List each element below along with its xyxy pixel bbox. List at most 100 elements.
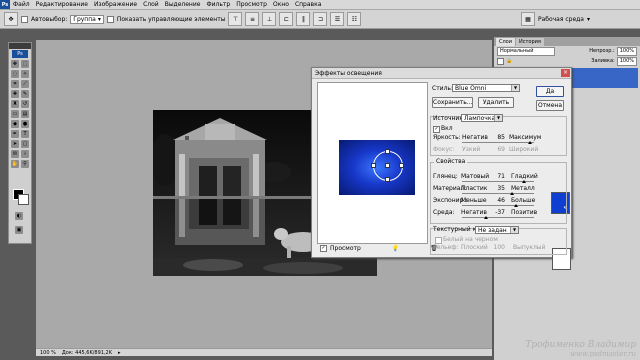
distribute-button-2[interactable]: ☷ — [347, 12, 362, 26]
tab-layers[interactable]: Слои — [496, 38, 515, 46]
light-handle-bottom[interactable] — [385, 177, 390, 182]
preview-checkbox[interactable] — [320, 245, 327, 252]
workspace-icon-button[interactable]: ▦ — [520, 12, 535, 26]
magic-wand-icon[interactable]: ✧ — [21, 70, 29, 78]
blur-tool-icon[interactable]: ◆ — [11, 120, 19, 128]
toolbox-header[interactable] — [9, 43, 31, 49]
slider-handle[interactable] — [510, 192, 514, 195]
brush-tool-icon[interactable]: ✎ — [21, 90, 29, 98]
lasso-tool-icon[interactable]: ◌ — [11, 70, 19, 78]
hand-tool-icon[interactable]: ✋ — [11, 160, 19, 168]
tab-history[interactable]: История — [516, 38, 544, 46]
white-high-checkbox[interactable] — [435, 237, 442, 244]
intensity-slider[interactable] — [462, 141, 534, 144]
light-type-dropdown[interactable]: Лампочка ▼ — [461, 114, 503, 122]
ambience-slider[interactable] — [462, 216, 534, 219]
preview-pane[interactable] — [317, 82, 428, 244]
opacity-field[interactable]: 100% — [616, 46, 637, 56]
close-icon[interactable]: × — [561, 69, 570, 77]
align-left-button[interactable]: ⊏ — [279, 12, 294, 26]
exposure-value[interactable]: 46 — [493, 197, 505, 204]
material-value[interactable]: 35 — [493, 185, 505, 192]
style-dropdown[interactable]: Blue Omni ▼ — [452, 84, 520, 92]
exposure-slider[interactable] — [462, 204, 534, 207]
chevron-down-icon: ▾ — [586, 15, 590, 23]
notes-tool-icon[interactable]: ✉ — [11, 150, 19, 158]
crop-tool-icon[interactable]: ⌗ — [11, 80, 19, 88]
chevron-right-icon[interactable]: ▸ — [118, 350, 121, 356]
type-tool-icon[interactable]: T — [21, 130, 29, 138]
healing-brush-icon[interactable]: ✚ — [11, 90, 19, 98]
cancel-button[interactable]: Отмена — [536, 100, 564, 111]
align-right-button[interactable]: ⊐ — [313, 12, 328, 26]
align-top-button[interactable]: ⊤ — [228, 12, 243, 26]
menu-edit[interactable]: Редактирование — [33, 1, 91, 8]
align-bottom-button[interactable]: ⊥ — [262, 12, 277, 26]
light-handle-right[interactable] — [399, 163, 404, 168]
menu-image[interactable]: Изображение — [91, 1, 140, 8]
fill-field[interactable]: 100% — [616, 56, 637, 66]
gradient-tool-icon[interactable]: ▤ — [21, 110, 29, 118]
slider-handle[interactable] — [514, 204, 518, 207]
preview-image[interactable] — [339, 140, 415, 195]
light-handle-left[interactable] — [371, 163, 376, 168]
menu-help[interactable]: Справка — [292, 1, 324, 8]
align-middle-button[interactable]: ≡ — [245, 12, 260, 26]
slider-handle[interactable] — [522, 180, 526, 183]
pen-tool-icon[interactable]: ✒ — [11, 130, 19, 138]
move-tool-preset[interactable]: ✥ — [4, 12, 18, 26]
style-label: Стиль: — [432, 85, 453, 92]
workspace-icon: ▦ — [525, 15, 531, 23]
menu-select[interactable]: Выделение — [162, 1, 204, 8]
menu-view[interactable]: Просмотр — [233, 1, 270, 8]
marquee-tool-icon[interactable]: ⬚ — [21, 60, 29, 68]
lock-transparency-checkbox[interactable] — [497, 57, 504, 65]
menu-window[interactable]: Окно — [270, 1, 292, 8]
eraser-tool-icon[interactable]: ▭ — [11, 110, 19, 118]
light-handle-center[interactable] — [385, 163, 390, 168]
path-select-icon[interactable]: ➤ — [11, 140, 19, 148]
delete-button[interactable]: Удалить — [478, 97, 514, 108]
lightbulb-icon[interactable]: 💡 — [392, 245, 399, 252]
ambience-value[interactable]: -37 — [493, 209, 505, 216]
texture-dropdown[interactable]: Не задан ▼ — [475, 226, 519, 234]
shape-tool-icon[interactable]: ▢ — [21, 140, 29, 148]
move-tool-icon[interactable]: ✥ — [11, 60, 19, 68]
history-brush-icon[interactable]: ↺ — [21, 100, 29, 108]
blend-mode-dropdown[interactable]: Нормальный — [497, 46, 555, 56]
lock-icon[interactable]: 🔒 — [506, 58, 512, 64]
workspace-label[interactable]: Рабочая среда — [538, 16, 584, 23]
gloss-slider[interactable] — [462, 180, 534, 183]
zoom-level[interactable]: 100 % — [40, 350, 56, 356]
stamp-tool-icon[interactable]: ♜ — [11, 100, 19, 108]
material-slider[interactable] — [462, 192, 534, 195]
gloss-value[interactable]: 71 — [493, 173, 505, 180]
menu-file[interactable]: Файл — [10, 1, 33, 8]
light-handle-top[interactable] — [385, 149, 390, 154]
autoselect-checkbox[interactable] — [21, 15, 28, 23]
slice-tool-icon[interactable]: ⟋ — [21, 80, 29, 88]
eyedropper-icon[interactable]: ⟊ — [21, 150, 29, 158]
slider-handle[interactable] — [484, 216, 488, 219]
menu-filter[interactable]: Фильтр — [203, 1, 233, 8]
watermark-name: Трофименко Владимир — [525, 340, 636, 350]
zoom-tool-icon[interactable]: ⚲ — [21, 160, 29, 168]
autoselect-dropdown[interactable]: Группа ▾ — [70, 14, 104, 24]
save-button[interactable]: Сохранить... — [432, 97, 473, 108]
height-label: Рельеф: — [433, 244, 459, 251]
screen-mode-icon[interactable]: ▣ — [15, 226, 23, 234]
ok-button[interactable]: Да — [536, 86, 564, 97]
preview-row: Просмотр 💡 🗑 — [320, 245, 438, 252]
light-on-checkbox[interactable] — [433, 126, 440, 133]
quick-mask-icon[interactable]: ◐ — [15, 212, 23, 220]
menu-layer[interactable]: Слой — [140, 1, 162, 8]
align-center-button[interactable]: ‖ — [296, 12, 311, 26]
slider-handle[interactable] — [528, 141, 532, 144]
doc-info[interactable]: Док: 445,6K/891,2K — [62, 350, 112, 356]
show-controls-checkbox[interactable] — [106, 15, 114, 23]
distribute-button[interactable]: ☰ — [330, 12, 345, 26]
intensity-value[interactable]: 85 — [493, 134, 505, 141]
dialog-titlebar[interactable]: Эффекты освещения × — [312, 68, 571, 79]
dodge-tool-icon[interactable]: ● — [21, 120, 29, 128]
background-color-swatch[interactable] — [18, 194, 29, 205]
